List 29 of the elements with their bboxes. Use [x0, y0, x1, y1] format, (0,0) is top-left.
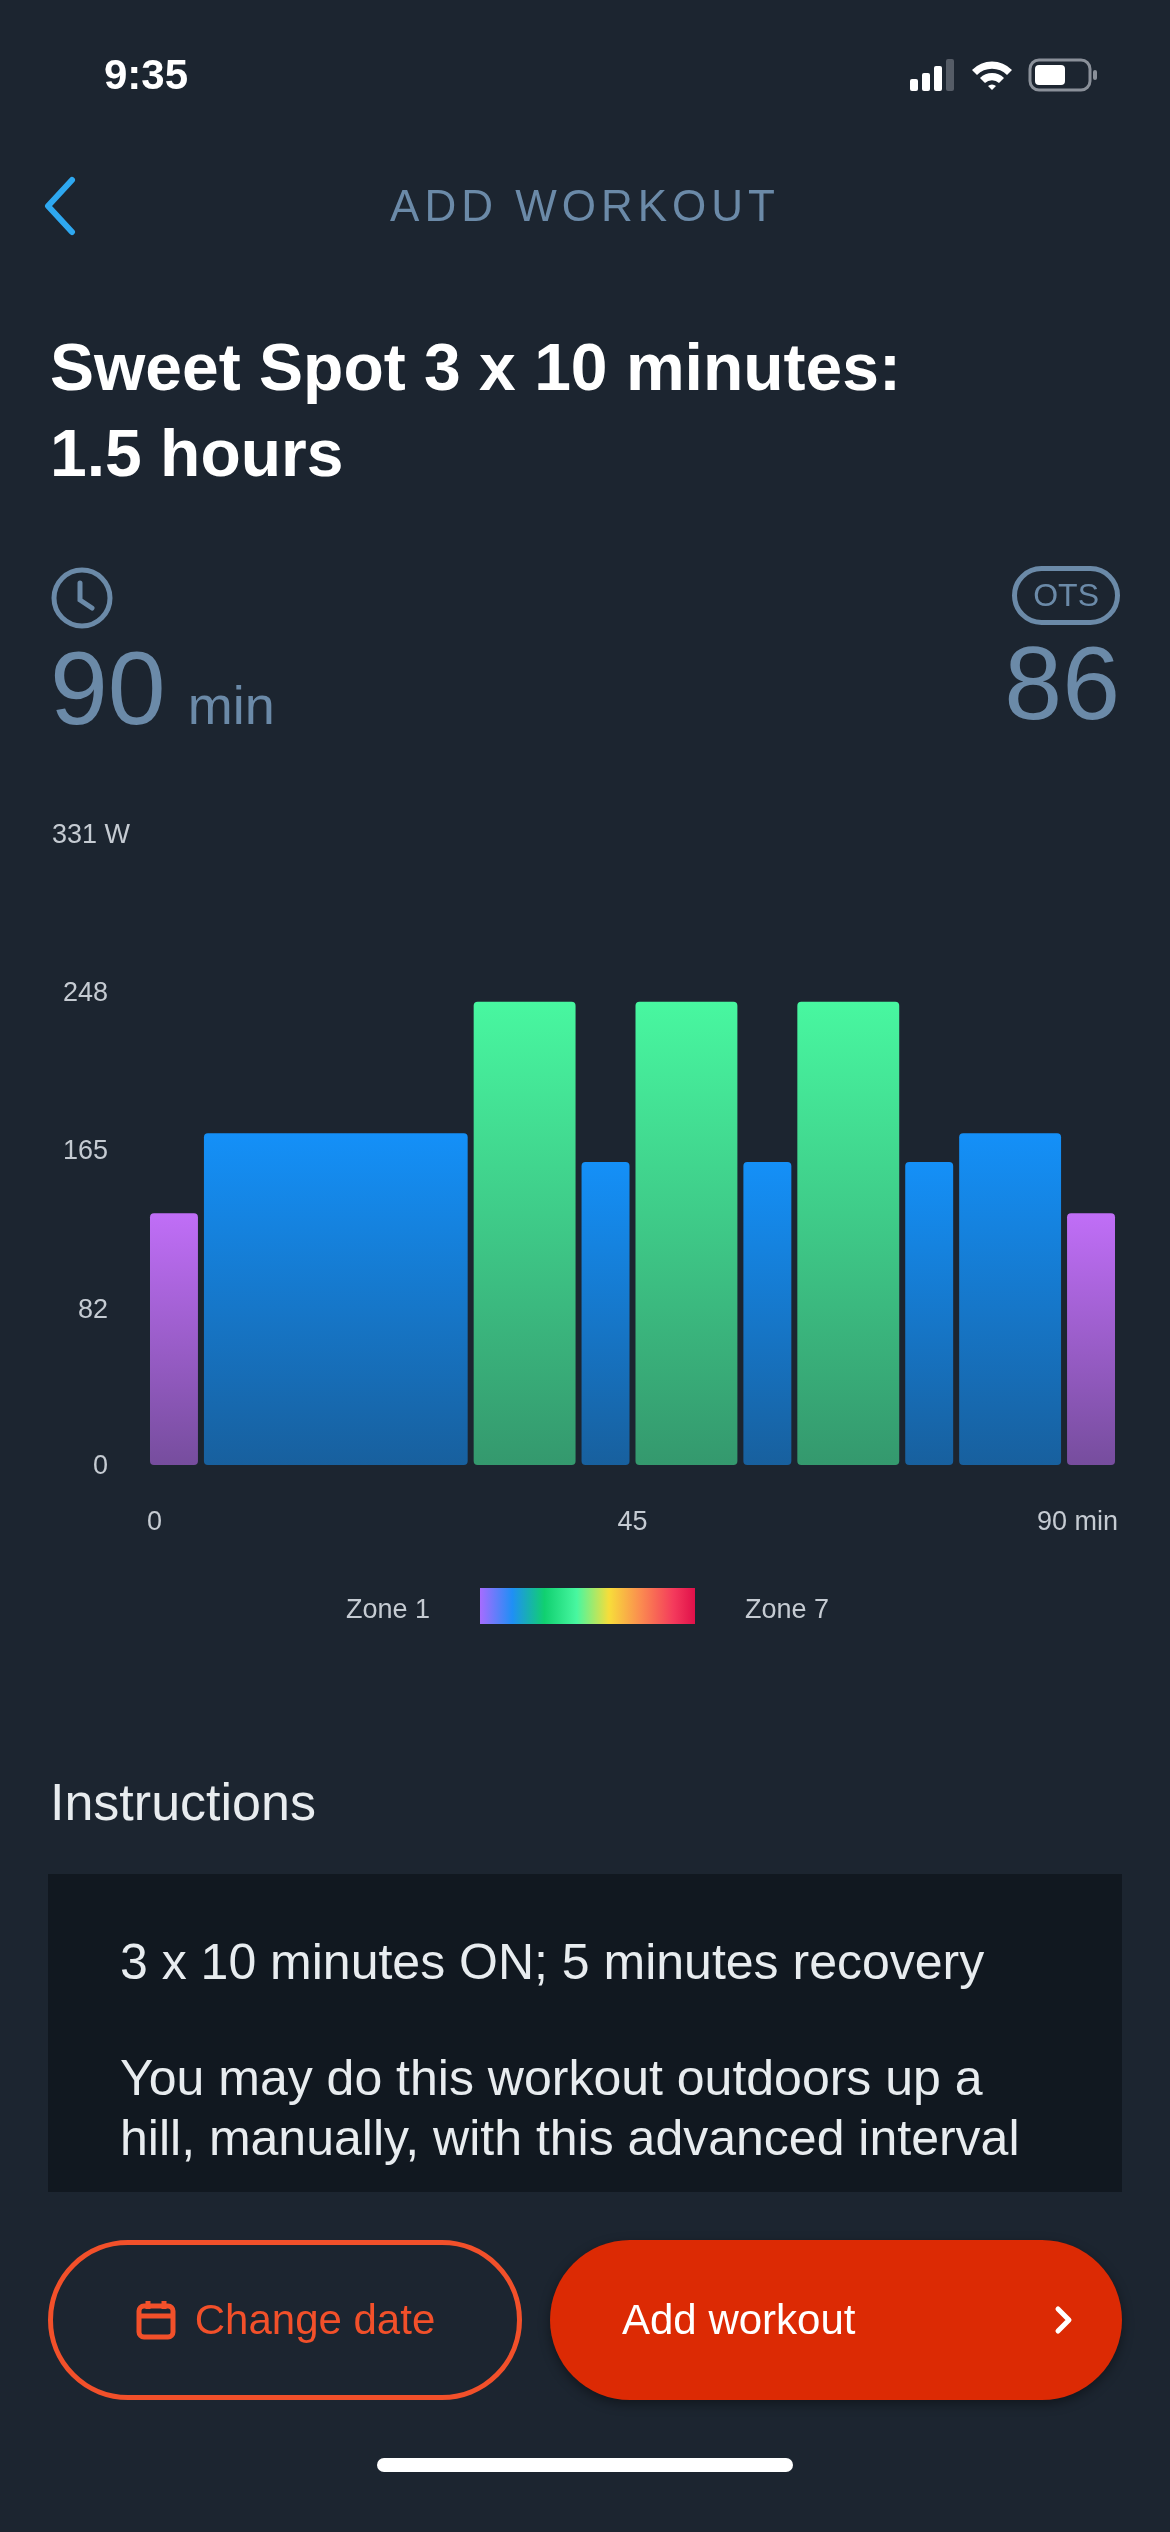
legend-start-label: Zone 1 [345, 1594, 430, 1624]
change-date-button[interactable]: Change date [48, 2240, 522, 2400]
section-heading: Instructions [50, 1772, 317, 1832]
y-tick-label: 82 [77, 1293, 108, 1324]
duration-value: 90 [50, 634, 166, 742]
y-tick-label: 331 W [52, 819, 131, 849]
x-tick-label: 90 min [1036, 1506, 1118, 1536]
back-icon[interactable] [42, 176, 78, 236]
y-tick-label: 0 [92, 1450, 108, 1480]
chevron-right-icon [1054, 2305, 1074, 2335]
add-workout-button[interactable]: Add workout [550, 2240, 1122, 2400]
legend-end-label: Zone 7 [745, 1594, 830, 1624]
y-tick-label: 165 [62, 1135, 108, 1166]
duration-unit: min [187, 674, 275, 736]
clock-icon [50, 566, 114, 630]
y-tick-label: 248 [62, 977, 108, 1008]
workout-title: Sweet Spot 3 x 10 minutes: 1.5 hours [50, 329, 902, 492]
x-tick-label: 0 [147, 1506, 163, 1536]
status-time: 9:35 [104, 51, 189, 99]
ots-badge: OTS [1012, 566, 1120, 625]
instruction-text: You may do this workout outdoors up a hill, manually, with this advanced interval [120, 2049, 1021, 2168]
x-tick-label: 45 [617, 1506, 648, 1536]
battery-icon [1028, 58, 1098, 92]
ots-value: 86 [1004, 629, 1120, 737]
wifi-icon [970, 59, 1014, 91]
instruction-text: 3 x 10 minutes ON; 5 minutes recovery [120, 1933, 986, 1992]
page-title: ADD WORKOUT [390, 181, 780, 231]
calendar-icon [134, 2299, 177, 2341]
signal-icon [910, 59, 956, 91]
